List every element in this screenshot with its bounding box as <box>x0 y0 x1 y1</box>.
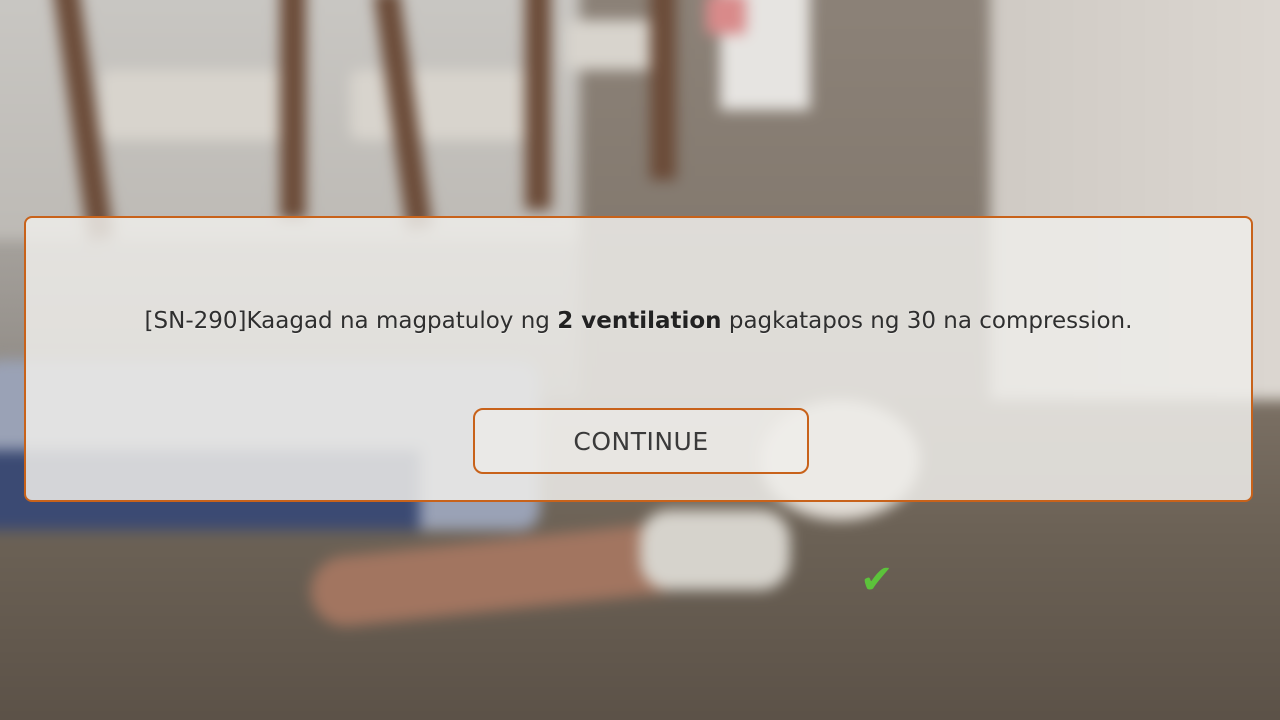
message-bold: 2 ventilation <box>557 308 722 334</box>
chair-seat-2 <box>350 70 540 140</box>
patient-sleeve <box>640 510 790 590</box>
message-suffix: pagkatapos ng 30 na compression. <box>721 308 1133 334</box>
check-icon: ✔ <box>860 557 894 603</box>
exit-sign <box>706 0 746 34</box>
chair-seat-1 <box>100 70 300 140</box>
instruction-dialog: [SN-290]Kaagad na magpatuloy ng 2 ventil… <box>24 216 1253 502</box>
chair-leg <box>525 0 551 210</box>
continue-button-label: CONTINUE <box>573 426 709 456</box>
chair-leg <box>280 0 306 220</box>
chair-leg <box>650 0 676 180</box>
continue-button[interactable]: CONTINUE <box>473 408 809 474</box>
message-prefix: [SN-290]Kaagad na magpatuloy ng <box>144 308 558 334</box>
instruction-message: [SN-290]Kaagad na magpatuloy ng 2 ventil… <box>26 308 1251 334</box>
